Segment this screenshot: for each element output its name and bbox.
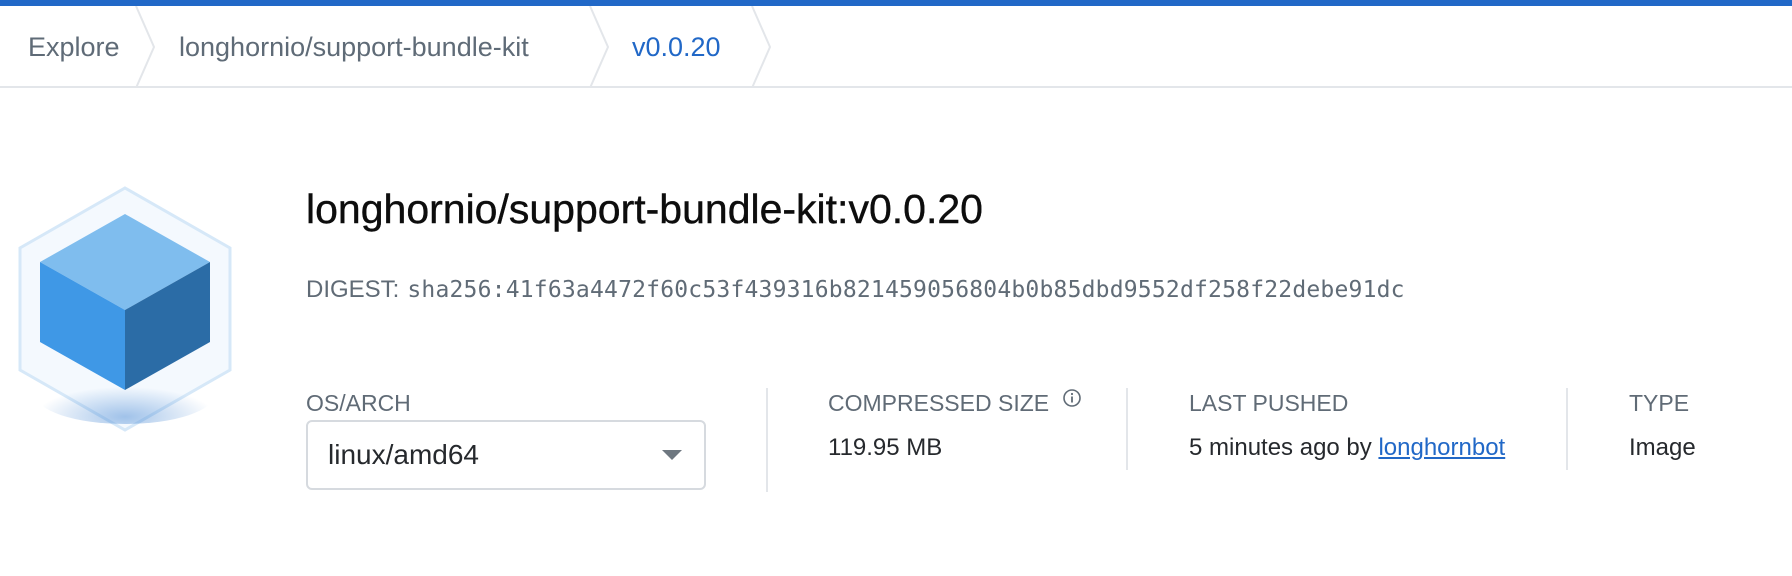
digest-label: DIGEST: — [306, 276, 400, 303]
digest: DIGEST: sha256:41f63a4472f60c53f439316b82… — [306, 276, 1405, 304]
chevron-right-icon — [589, 6, 610, 88]
breadcrumb-repository[interactable]: longhornio/support-bundle-kit — [179, 6, 529, 88]
chevron-right-icon — [751, 6, 772, 88]
last-pushed-label: LAST PUSHED — [1189, 390, 1349, 416]
cube-icon — [18, 186, 232, 432]
last-pushed-value: 5 minutes ago by longhornbot — [1189, 434, 1505, 462]
os-arch-select[interactable]: linux/amd64 — [306, 420, 706, 490]
digest-value: sha256:41f63a4472f60c53f439316b821459056… — [407, 277, 1405, 303]
breadcrumb: Explore longhornio/support-bundle-kit v0… — [0, 6, 1792, 88]
info-icon[interactable] — [1062, 388, 1082, 408]
compressed-size-value: 119.95 MB — [828, 434, 943, 461]
breadcrumb-tag[interactable]: v0.0.20 — [632, 6, 721, 88]
divider — [1566, 388, 1568, 470]
type-label: TYPE — [1629, 390, 1690, 416]
os-arch-selected-value: linux/amd64 — [328, 439, 479, 470]
chevron-right-icon — [135, 6, 156, 88]
compressed-size-label: COMPRESSED SIZE — [828, 388, 1082, 417]
pusher-user-link[interactable]: longhornbot — [1378, 434, 1505, 461]
divider — [766, 388, 768, 492]
divider — [1126, 388, 1128, 470]
breadcrumb-explore[interactable]: Explore — [28, 6, 120, 88]
page-title: longhornio/support-bundle-kit:v0.0.20 — [306, 186, 983, 232]
caret-down-icon — [662, 450, 682, 460]
type-value: Image — [1629, 434, 1696, 461]
last-pushed-time: 5 minutes ago by — [1189, 434, 1372, 461]
os-arch-label: OS/ARCH — [306, 390, 411, 416]
compressed-size-label-text: COMPRESSED SIZE — [828, 390, 1050, 416]
